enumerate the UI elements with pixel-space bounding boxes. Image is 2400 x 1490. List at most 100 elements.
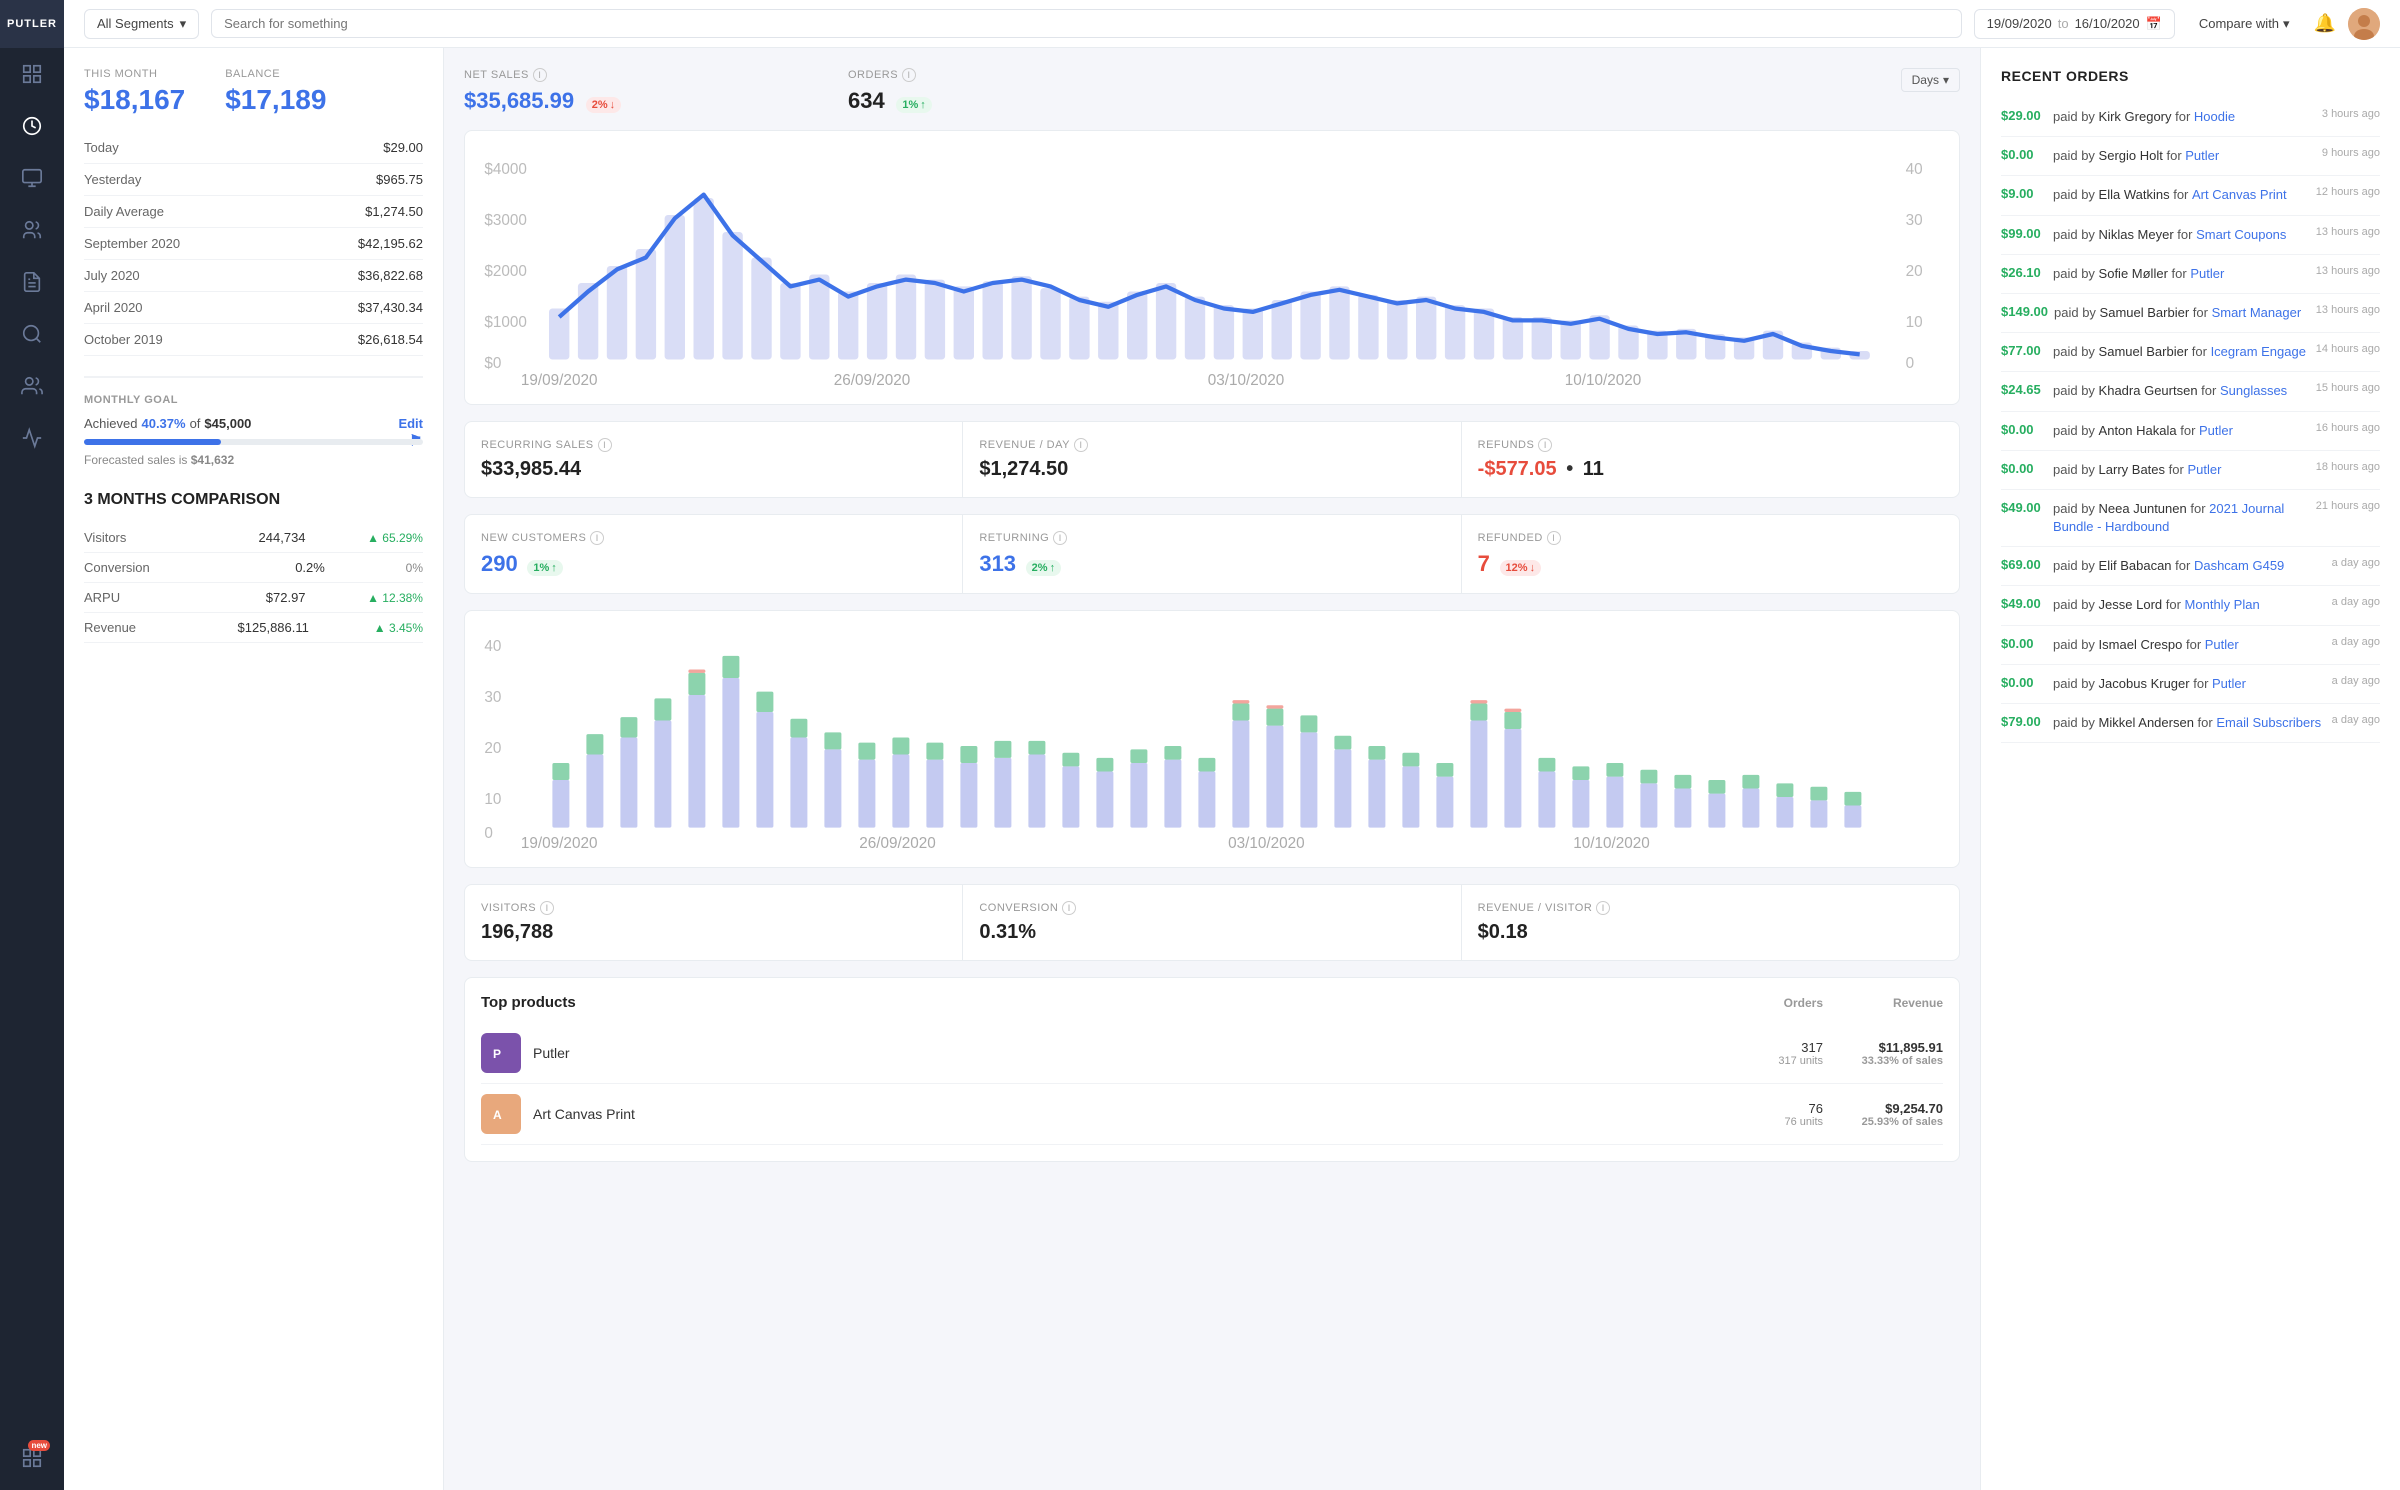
order-product-link[interactable]: Email Subscribers [2216,715,2321,730]
stat-row-label: October 2019 [84,332,163,347]
segment-selector[interactable]: All Segments ▾ [84,9,199,39]
refunds-card: REFUNDS i -$577.05 • 11 [1462,422,1959,497]
order-product-link[interactable]: Putler [2199,423,2233,438]
visitors-info-icon[interactable]: i [540,901,554,915]
progress-bar-wrap [84,439,423,445]
order-amount: $69.00 [2001,557,2047,572]
svg-text:26/09/2020: 26/09/2020 [859,835,936,848]
order-product-link[interactable]: Putler [2190,266,2224,281]
comparison-section: 3 MONTHS COMPARISON Visitors 244,734 ▲ 6… [84,491,423,643]
svg-text:20: 20 [1906,263,1923,280]
list-item: $79.00 paid by Mikkel Andersen for Email… [2001,704,2380,743]
recurring-info-icon[interactable]: i [598,438,612,452]
product-thumb: P [481,1033,521,1073]
svg-text:19/09/2020: 19/09/2020 [521,372,598,385]
sidebar-item-trends[interactable] [8,414,56,462]
new-customers-card: NEW CUSTOMERS i 290 1% ↑ [465,515,963,593]
order-product-link[interactable]: Dashcam G459 [2194,558,2284,573]
stat-row-value: $36,822.68 [358,268,423,283]
order-amount: $99.00 [2001,226,2047,241]
header: All Segments ▾ 19/09/2020 to 16/10/2020 … [64,0,2400,48]
order-product-link[interactable]: Putler [2185,148,2219,163]
list-item: $9.00 paid by Ella Watkins for Art Canva… [2001,176,2380,215]
svg-text:A: A [493,1108,502,1122]
product-orders: 317 317 units [1703,1040,1823,1067]
order-product-link[interactable]: Putler [2212,676,2246,691]
order-product-link[interactable]: Smart Coupons [2196,227,2286,242]
order-product-link[interactable]: Art Canvas Print [2192,187,2287,202]
goal-amount: $45,000 [204,416,251,431]
order-time: a day ago [2332,596,2380,608]
user-avatar[interactable] [2348,8,2380,40]
net-sales-value: $35,685.99 [464,88,574,113]
order-product-link[interactable]: Sunglasses [2220,383,2287,398]
stat-row-value: $965.75 [376,172,423,187]
order-desc: paid by Khadra Geurtsen for Sunglasses [2053,382,2310,400]
order-product-link[interactable]: Smart Manager [2212,305,2302,320]
center-panel: NET SALES i $35,685.99 2% ↓ ORDERS i [444,48,1980,1490]
sidebar-item-sales[interactable] [8,102,56,150]
order-product-link[interactable]: Hoodie [2194,109,2235,124]
comparison-value: $72.97 [226,590,306,605]
revenue-visitor-card: REVENUE / VISITOR i $0.18 [1462,885,1959,960]
list-item: $69.00 paid by Elif Babacan for Dashcam … [2001,547,2380,586]
order-time: 21 hours ago [2316,500,2380,512]
goal-edit-button[interactable]: Edit [398,416,423,431]
recurring-sales-card: RECURRING SALES i $33,985.44 [465,422,963,497]
order-desc: paid by Sofie Møller for Putler [2053,265,2310,283]
revenue-day-info-icon[interactable]: i [1074,438,1088,452]
svg-text:40: 40 [484,638,501,655]
order-desc: paid by Jacobus Kruger for Putler [2053,675,2326,693]
product-revenue: $9,254.70 25.93% of sales [1823,1101,1943,1128]
net-sales-info-icon[interactable]: i [533,68,547,82]
orders-info-icon[interactable]: i [902,68,916,82]
sidebar-item-customers[interactable] [8,206,56,254]
comparison-change: ▲ 65.29% [367,531,423,545]
net-sales-card: NET SALES i $35,685.99 2% ↓ [464,68,828,114]
refunds-info-icon[interactable]: i [1538,438,1552,452]
order-amount: $0.00 [2001,675,2047,690]
top-products-list: P Putler 317 317 units $11,895.91 33.33%… [481,1023,1943,1145]
new-customers-info-icon[interactable]: i [590,531,604,545]
sidebar-item-products[interactable] [8,154,56,202]
order-desc: paid by Samuel Barbier for Smart Manager [2054,304,2310,322]
order-product-link[interactable]: Icegram Engage [2211,344,2306,359]
sidebar-item-analytics[interactable] [8,310,56,358]
goal-pct: 40.37% [141,416,185,431]
goal-text: Achieved 40.37% of $45,000 Edit [84,416,423,431]
order-product-link[interactable]: Putler [2187,462,2221,477]
stat-row: Today$29.00 [84,132,423,164]
compare-button[interactable]: Compare with ▾ [2187,10,2302,38]
refunded-info-icon[interactable]: i [1547,531,1561,545]
sidebar-item-apps[interactable]: new [8,1434,56,1482]
list-item: P Putler 317 317 units $11,895.91 33.33%… [481,1023,1943,1084]
recent-orders-title: RECENT ORDERS [2001,68,2380,84]
revenue-visitor-info-icon[interactable]: i [1596,901,1610,915]
svg-text:$1000: $1000 [484,314,527,331]
customer-metrics: NEW CUSTOMERS i 290 1% ↑ RETURNING i [464,514,1960,594]
days-button[interactable]: Days ▾ [1901,68,1960,92]
sidebar-item-dashboard[interactable] [8,50,56,98]
sidebar-item-reports[interactable] [8,258,56,306]
order-product-link[interactable]: Monthly Plan [2185,597,2260,612]
list-item: $77.00 paid by Samuel Barbier for Icegra… [2001,333,2380,372]
order-time: 13 hours ago [2316,265,2380,277]
app-logo: PUTLER [0,0,64,48]
search-input[interactable] [211,9,1962,38]
notification-bell[interactable]: 🔔 [2314,13,2336,34]
order-time: 15 hours ago [2316,382,2380,394]
order-amount: $149.00 [2001,304,2048,319]
sidebar-item-affiliates[interactable] [8,362,56,410]
conversion-info-icon[interactable]: i [1062,901,1076,915]
stat-row: July 2020$36,822.68 [84,260,423,292]
stat-row-value: $1,274.50 [365,204,423,219]
date-range-picker[interactable]: 19/09/2020 to 16/10/2020 📅 [1974,9,2175,39]
returning-info-icon[interactable]: i [1053,531,1067,545]
this-month-stat: THIS MONTH $18,167 [84,68,185,116]
new-customers-value: 290 [481,551,518,576]
order-product-link[interactable]: Putler [2205,637,2239,652]
this-month-label: THIS MONTH [84,68,185,80]
order-time: 13 hours ago [2316,304,2380,316]
svg-text:0: 0 [484,825,493,842]
svg-text:10: 10 [1906,314,1923,331]
